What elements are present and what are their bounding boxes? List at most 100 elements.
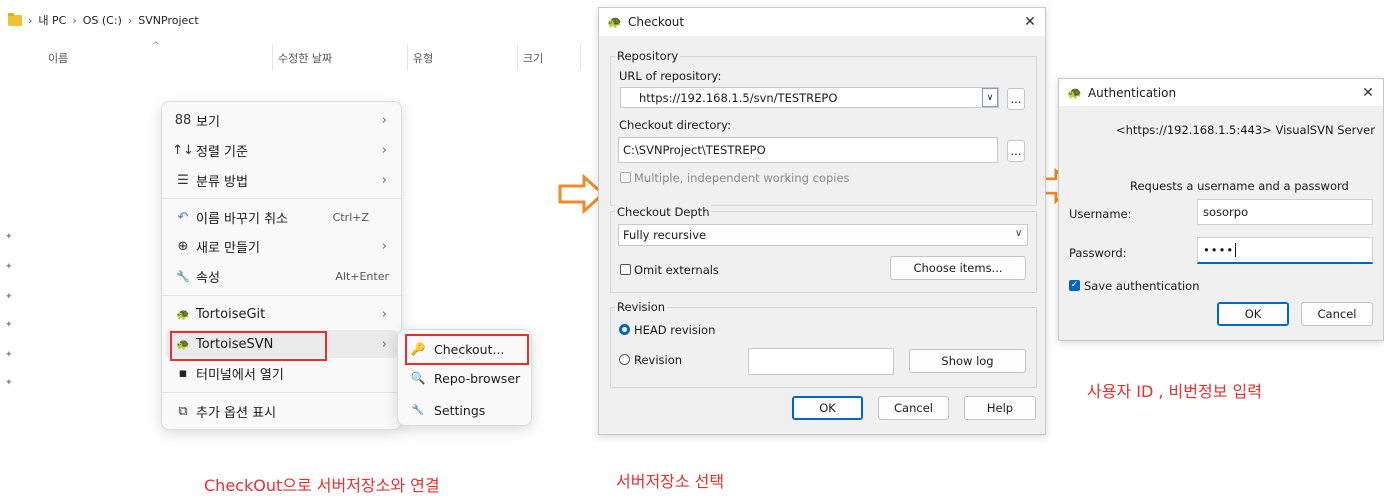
checkout-dir-input[interactable]: C:\SVNProject\TESTREPO [618,137,998,163]
tortoise-icon: 🐢 [607,15,622,29]
chevron-right-icon: › [127,13,133,27]
grid-icon: 88 [174,112,192,128]
group-icon: ☰ [177,172,189,188]
username-value: sosorpo [1203,205,1249,219]
menu-item-settings[interactable]: 🔧 Settings [402,396,527,424]
more-options-icon: ⧉ [178,403,188,419]
auth-prompt: Requests a username and a password [1130,179,1349,193]
column-divider[interactable] [517,44,518,70]
omit-externals-checkbox[interactable] [620,264,631,275]
menu-item-tortoisegit[interactable]: 🐢 TortoiseGit › [166,300,397,328]
password-input[interactable]: •••• [1197,237,1373,264]
breadcrumb-item[interactable]: SVNProject [138,14,198,27]
url-dropdown-button[interactable]: ∨ [982,88,998,107]
menu-item-label: Repo-browser [434,370,521,386]
depth-value: Fully recursive [623,228,707,242]
choose-items-button[interactable]: Choose items... [890,256,1026,280]
folder-icon [8,12,22,26]
column-divider[interactable] [580,44,581,70]
caption-checkout: CheckOut으로 서버저장소와 연결 [204,476,440,495]
menu-item-label: 추가 옵션 표시 [196,405,277,421]
column-header-type[interactable]: 유형 [413,50,433,66]
close-icon[interactable]: ✕ [1353,85,1383,101]
menu-separator [162,198,401,199]
group-title: Checkout Depth [615,205,712,219]
menu-item-label: 새로 만들기 [196,240,260,256]
chevron-right-icon: › [381,172,387,188]
cancel-button[interactable]: Cancel [878,396,949,420]
menu-item-label: 분류 방법 [196,174,248,190]
omit-externals-label: Omit externals [634,263,719,277]
password-label: Password: [1069,246,1127,260]
ok-button[interactable]: OK [792,396,863,420]
terminal-icon: ▪ [178,365,188,381]
head-revision-radio[interactable] [619,324,630,335]
chevron-right-icon: › [28,13,33,27]
help-button[interactable]: Help [964,396,1036,420]
shortcut-text: Alt+Enter [335,269,389,283]
menu-item-label: 터미널에서 열기 [196,367,284,383]
highlight-box [170,331,327,361]
revision-radio[interactable] [619,354,630,365]
multiple-checkbox[interactable] [620,172,631,183]
pin-icon: ✦ [5,232,13,242]
chevron-right-icon: › [381,142,387,158]
menu-item-label: 속성 [196,270,220,286]
authentication-dialog: 🐢 Authentication ✕ <https://192.168.1.5:… [1058,78,1384,341]
menu-item-sort[interactable]: ↑↓ 정렬 기준 › [166,136,397,164]
auth-titlebar[interactable]: 🐢 Authentication ✕ [1059,79,1383,106]
column-header-name[interactable]: 이름 [48,50,68,66]
dir-browse-button[interactable]: ... [1007,140,1025,162]
pin-icon: ✦ [5,350,13,360]
menu-item-new[interactable]: ⊕ 새로 만들기 › [166,232,397,260]
chevron-right-icon: › [381,306,387,322]
menu-item-group[interactable]: ☰ 분류 방법 › [166,166,397,194]
sort-caret-icon: ^ [152,41,160,51]
close-icon[interactable]: ✕ [1015,14,1045,30]
breadcrumb-item[interactable]: OS (C:) [83,14,122,27]
save-auth-label: Save authentication [1084,279,1200,293]
chevron-right-icon: › [72,13,77,27]
menu-item-properties[interactable]: 🔧 속성 Alt+Enter [166,262,397,290]
group-title: Revision [615,300,668,314]
context-menu: 88 보기 › ↑↓ 정렬 기준 › ☰ 분류 방법 › ↶ 이름 바꾸기 취소… [161,101,402,430]
auth-ok-button[interactable]: OK [1217,302,1289,326]
dir-value: C:\SVNProject\TESTREPO [623,143,766,157]
head-revision-label: HEAD revision [634,323,716,337]
column-header-size[interactable]: 크기 [523,50,543,66]
username-input[interactable]: sosorpo [1197,199,1373,225]
menu-item-repo-browser[interactable]: 🔍 Repo-browser [402,364,527,392]
password-value: •••• [1203,243,1235,257]
save-auth-checkbox[interactable]: ✓ [1069,280,1080,291]
caption-select-repo: 서버저장소 선택 [616,472,725,491]
sort-icon: ↑↓ [172,142,194,158]
pin-icon: ✦ [5,320,13,330]
auth-cancel-button[interactable]: Cancel [1301,302,1373,326]
column-divider[interactable] [272,44,273,70]
menu-item-more-options[interactable]: ⧉ 추가 옵션 표시 [166,397,397,425]
menu-item-label: Settings [434,402,486,418]
column-header-date[interactable]: 수정한 날짜 [278,50,332,66]
revision-input[interactable] [748,348,894,375]
show-log-button[interactable]: Show log [909,349,1026,373]
pin-icon: ✦ [5,262,13,272]
url-combobox[interactable]: https://192.168.1.5/svn/TESTREPO [620,87,999,108]
url-browse-button[interactable]: ... [1007,88,1025,110]
menu-item-undo-rename[interactable]: ↶ 이름 바꾸기 취소 Ctrl+Z [166,203,397,231]
pin-icon: ✦ [5,378,13,388]
checkout-titlebar[interactable]: 🐢 Checkout ✕ [599,8,1045,36]
chevron-right-icon: › [381,112,387,128]
depth-select[interactable]: Fully recursive [618,224,1028,246]
undo-icon: ↶ [177,209,189,225]
column-divider[interactable] [407,44,408,70]
dir-label: Checkout directory: [619,118,731,132]
group-title: Repository [615,49,681,63]
highlight-box [405,334,529,365]
breadcrumb-item[interactable]: 내 PC [38,12,66,28]
menu-item-view[interactable]: 88 보기 › [166,106,397,134]
menu-item-open-terminal[interactable]: ▪ 터미널에서 열기 [166,359,397,387]
caption-enter-credentials: 사용자 ID , 비번정보 입력 [1087,382,1262,401]
checkout-dialog: 🐢 Checkout ✕ Repository URL of repositor… [598,7,1046,435]
menu-separator [162,295,401,296]
new-icon: ⊕ [177,238,189,254]
